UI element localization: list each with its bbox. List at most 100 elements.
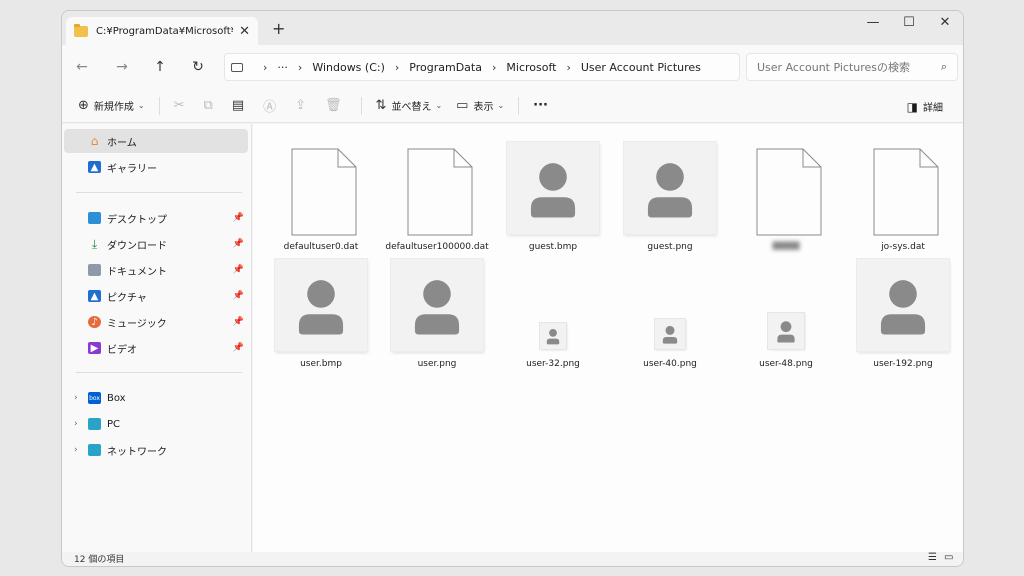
sidebar-item-label: デスクトップ: [107, 214, 167, 226]
video-icon: ▶: [88, 342, 101, 354]
file-item[interactable]: defaultuser100000.dat: [385, 136, 489, 252]
pin-icon[interactable]: 📌: [233, 317, 244, 327]
divider: [76, 192, 242, 193]
scissors-icon: ✂: [173, 98, 185, 113]
user-avatar-icon: [777, 321, 795, 343]
view-button[interactable]: ▭ 表示 ⌄: [456, 98, 504, 113]
breadcrumb-programdata[interactable]: ProgramData: [409, 61, 482, 74]
sidebar-item-network[interactable]: › ネットワーク: [64, 438, 248, 462]
chevron-right-icon[interactable]: ›: [74, 445, 78, 455]
tab-close-icon[interactable]: ✕: [239, 24, 250, 39]
file-item[interactable]: █████: [734, 136, 838, 252]
refresh-button[interactable]: ↻: [188, 59, 208, 75]
search-icon[interactable]: ⌕: [941, 60, 947, 74]
maximize-button[interactable]: ☐: [894, 15, 924, 30]
copy-icon: ⧉: [203, 98, 213, 113]
file-item[interactable]: user-192.png: [851, 253, 955, 369]
pin-icon[interactable]: 📌: [233, 265, 244, 275]
chevron-down-icon: ⌄: [137, 101, 145, 110]
file-item[interactable]: jo-sys.dat: [851, 136, 955, 252]
image-thumbnail: [391, 259, 483, 351]
file-item[interactable]: user-48.png: [734, 253, 838, 369]
more-button[interactable]: ···: [533, 98, 548, 113]
breadcrumb-overflow[interactable]: ···: [277, 61, 288, 74]
breadcrumb-microsoft[interactable]: Microsoft: [506, 61, 556, 74]
file-item[interactable]: user.png: [385, 253, 489, 369]
image-thumbnail: [857, 259, 949, 351]
rename-icon: Ⓐ: [263, 100, 277, 115]
pin-icon[interactable]: 📌: [233, 291, 244, 301]
new-button[interactable]: ⊕ 新規作成 ⌄: [78, 98, 145, 113]
details-view-icon[interactable]: ☰: [928, 552, 937, 563]
tab-current[interactable]: C:¥ProgramData¥Microsoft¥U ✕: [66, 17, 258, 45]
file-item[interactable]: defaultuser0.dat: [269, 136, 373, 252]
chevron-right-icon: ›: [491, 60, 497, 74]
file-item[interactable]: guest.png: [618, 136, 722, 252]
item-count: 12 個の項目: [74, 555, 125, 565]
gallery-icon: ▲: [88, 161, 101, 173]
divider: [76, 372, 242, 373]
sidebar-item-videos[interactable]: ▶ ビデオ 📌: [64, 336, 248, 360]
file-name: user-48.png: [759, 359, 813, 369]
sidebar-item-gallery[interactable]: ▲ ギャラリー: [64, 155, 248, 179]
image-thumbnail: [624, 142, 716, 234]
user-avatar-icon: [546, 328, 560, 345]
file-name: user.png: [417, 359, 457, 369]
user-avatar-icon: [880, 280, 926, 335]
copy-button[interactable]: ⧉: [204, 98, 218, 113]
forward-button[interactable]: →: [112, 59, 132, 75]
user-avatar-icon: [647, 163, 693, 218]
music-icon: ♪: [88, 316, 101, 328]
sidebar-item-box[interactable]: › box Box: [64, 386, 248, 410]
details-pane-icon: ◨: [906, 99, 918, 114]
chevron-right-icon[interactable]: ›: [74, 419, 78, 429]
chevron-right-icon: ›: [263, 60, 268, 74]
sidebar-item-documents[interactable]: ドキュメント 📌: [64, 258, 248, 282]
chevron-right-icon: ›: [297, 60, 303, 74]
chevron-right-icon[interactable]: ›: [74, 393, 78, 403]
pin-icon[interactable]: 📌: [233, 343, 244, 353]
chevron-down-icon: ⌄: [497, 101, 505, 110]
more-icon: ···: [533, 98, 548, 113]
file-item[interactable]: user-40.png: [618, 253, 722, 369]
tiles-view-icon[interactable]: ▭: [944, 552, 953, 563]
back-button[interactable]: ←: [72, 59, 92, 75]
file-name: guest.png: [647, 242, 693, 252]
image-thumbnail: [507, 142, 599, 234]
share-button[interactable]: ⇪: [295, 98, 311, 113]
breadcrumb-user-account-pictures[interactable]: User Account Pictures: [581, 61, 701, 74]
sidebar-item-pc[interactable]: › PC: [64, 412, 248, 436]
breadcrumb[interactable]: › ··· › Windows (C:) › ProgramData › Mic…: [224, 53, 740, 81]
paste-button[interactable]: ▤: [232, 98, 249, 113]
pin-icon[interactable]: 📌: [233, 239, 244, 249]
sidebar-item-desktop[interactable]: デスクトップ 📌: [64, 206, 248, 230]
tab-title: C:¥ProgramData¥Microsoft¥U: [96, 25, 234, 37]
rename-button[interactable]: Ⓐ: [263, 96, 281, 115]
sidebar-item-label: ドキュメント: [107, 266, 167, 278]
up-button[interactable]: ↑: [150, 59, 170, 75]
close-window-button[interactable]: ✕: [930, 15, 960, 30]
cut-button[interactable]: ✂: [174, 98, 190, 113]
sidebar-item-home[interactable]: ⌂ ホーム: [64, 129, 248, 153]
new-tab-button[interactable]: +: [272, 19, 285, 38]
file-grid: defaultuser0.dat defaultuser100000.dat gue…: [253, 124, 963, 552]
search-input[interactable]: [757, 60, 941, 74]
sort-button[interactable]: ⇅ 並べ替え ⌄: [376, 98, 443, 113]
file-item[interactable]: guest.bmp: [501, 136, 605, 252]
minimize-button[interactable]: —: [858, 15, 888, 30]
sidebar-item-pictures[interactable]: ▲ ピクチャ 📌: [64, 284, 248, 308]
address-bar: ← → ↑ ↻ › ··· › Windows (C:) › ProgramDa…: [62, 45, 963, 89]
file-item[interactable]: user.bmp: [269, 253, 373, 369]
breadcrumb-windows[interactable]: Windows (C:): [312, 61, 385, 74]
user-avatar-icon: [298, 280, 344, 335]
new-label: 新規作成: [93, 102, 134, 113]
sidebar-item-downloads[interactable]: ⤓ ダウンロード 📌: [64, 232, 248, 256]
pin-icon[interactable]: 📌: [233, 213, 244, 223]
search-box[interactable]: ⌕: [746, 53, 958, 81]
divider: [158, 96, 160, 115]
details-button[interactable]: ◨ 詳細: [906, 99, 943, 115]
sidebar-item-music[interactable]: ♪ ミュージック 📌: [64, 310, 248, 334]
title-bar: C:¥ProgramData¥Microsoft¥U ✕ + — ☐ ✕: [62, 11, 963, 45]
delete-button[interactable]: 🗑: [325, 98, 347, 113]
file-item[interactable]: user-32.png: [501, 253, 605, 369]
